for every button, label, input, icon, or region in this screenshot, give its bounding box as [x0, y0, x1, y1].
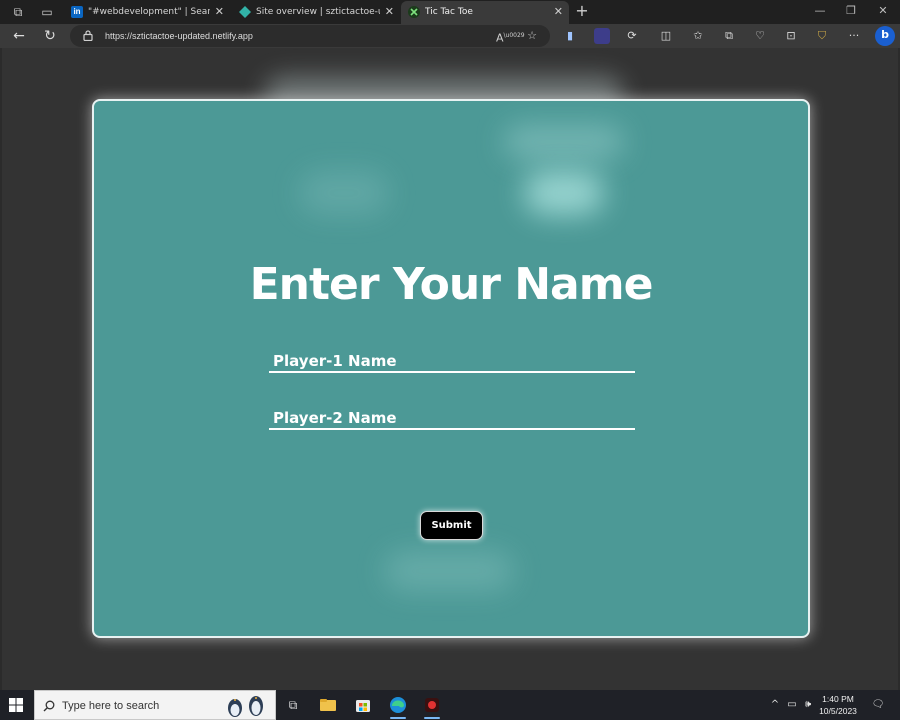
name-entry-modal: Enter Your Name Submit [92, 99, 810, 638]
show-hidden-icons-chevron-icon[interactable]: ^ [768, 690, 782, 720]
read-aloud-icon[interactable]: A\u0029 [496, 28, 525, 45]
tab-actions-icon[interactable]: ▭ [36, 3, 58, 21]
profile-shield-icon[interactable]: ⛉ [813, 27, 831, 45]
url-text: https://sztictactoe-updated.netlify.app [105, 31, 253, 41]
favorite-star-icon[interactable]: ☆ [524, 28, 540, 44]
tab-title: Site overview | sztictactoe-updat [256, 7, 380, 17]
split-screen-icon[interactable]: ◫ [657, 27, 675, 45]
tab-title: Tic Tac Toe [425, 7, 473, 17]
player2-name-input[interactable] [269, 408, 635, 430]
new-tab-button[interactable]: + [574, 2, 590, 20]
close-window-button[interactable]: ✕ [868, 0, 898, 22]
restore-button[interactable]: ❐ [836, 0, 866, 22]
blurred-background [299, 171, 389, 215]
blurred-background [504, 125, 624, 159]
browser-toolbar: ← ↻ https://sztictactoe-updated.netlify.… [0, 24, 900, 48]
web-page: Enter Your Name Submit [2, 48, 898, 690]
active-app-indicator [424, 717, 440, 719]
close-tab-icon[interactable]: ✕ [215, 1, 224, 23]
collections-app-icon[interactable]: ▮ [561, 27, 579, 45]
search-highlight-penguins-icon [228, 696, 263, 717]
player1-name-input[interactable] [269, 351, 635, 373]
browser-essentials-icon[interactable]: ♡ [751, 27, 769, 45]
minimize-button[interactable]: — [805, 0, 835, 22]
close-tab-icon[interactable]: ✕ [554, 1, 563, 23]
search-icon [43, 700, 55, 712]
clock-date: 10/5/2023 [819, 706, 857, 716]
clock-time: 1:40 PM [822, 694, 854, 704]
screen-recorder-icon[interactable] [422, 695, 442, 715]
network-icon[interactable]: ▭ [785, 690, 799, 720]
submit-button[interactable]: Submit [420, 511, 483, 540]
refresh-icon[interactable]: ↻ [40, 26, 60, 46]
tab-strip: ⧉ ▭ in "#webdevelopment" | Search | Li ✕… [0, 0, 900, 24]
windows-taskbar: Type here to search ⧉ ^ ▭ 🕪 1:40 PM 10/5… [0, 690, 900, 720]
edge-browser-icon[interactable] [388, 695, 408, 715]
back-arrow-icon[interactable]: ← [9, 26, 29, 46]
active-app-indicator [390, 717, 406, 719]
tab-title: "#webdevelopment" | Search | Li [88, 7, 210, 17]
blurred-background [524, 171, 604, 215]
system-clock[interactable]: 1:40 PM 10/5/2023 [812, 693, 864, 717]
lock-icon [83, 30, 93, 41]
bing-copilot-icon[interactable]: b [875, 26, 895, 46]
collections-icon[interactable]: ⧉ [720, 27, 738, 45]
favorites-icon[interactable]: ✩ [689, 27, 707, 45]
extension-icon[interactable] [594, 28, 610, 44]
close-tab-icon[interactable]: ✕ [385, 1, 394, 23]
taskbar-search-box[interactable]: Type here to search [34, 690, 276, 720]
linkedin-icon: in [71, 6, 83, 18]
netlify-icon [239, 6, 251, 18]
windows-start-icon[interactable] [9, 698, 23, 712]
file-explorer-icon[interactable] [318, 695, 338, 715]
workspaces-icon[interactable]: ⧉ [7, 3, 29, 21]
search-placeholder: Type here to search [62, 700, 160, 712]
extensions-puzzle-icon[interactable]: ⟳ [623, 27, 641, 45]
task-view-icon[interactable]: ⧉ [283, 695, 303, 715]
more-menu-icon[interactable]: ··· [845, 27, 863, 45]
tictactoe-icon [408, 6, 420, 18]
tab-linkedin[interactable]: in "#webdevelopment" | Search | Li ✕ [64, 1, 230, 24]
page-title: Enter Your Name [249, 259, 654, 310]
screenshot-icon[interactable]: ⊡ [782, 27, 800, 45]
tab-tic-tac-toe[interactable]: Tic Tac Toe ✕ [401, 1, 569, 24]
address-bar[interactable]: https://sztictactoe-updated.netlify.app … [70, 25, 550, 47]
microsoft-store-icon[interactable] [353, 695, 373, 715]
blurred-background [384, 551, 514, 591]
notifications-icon[interactable]: 🗨 [870, 690, 886, 720]
tab-netlify[interactable]: Site overview | sztictactoe-updat ✕ [232, 1, 400, 24]
